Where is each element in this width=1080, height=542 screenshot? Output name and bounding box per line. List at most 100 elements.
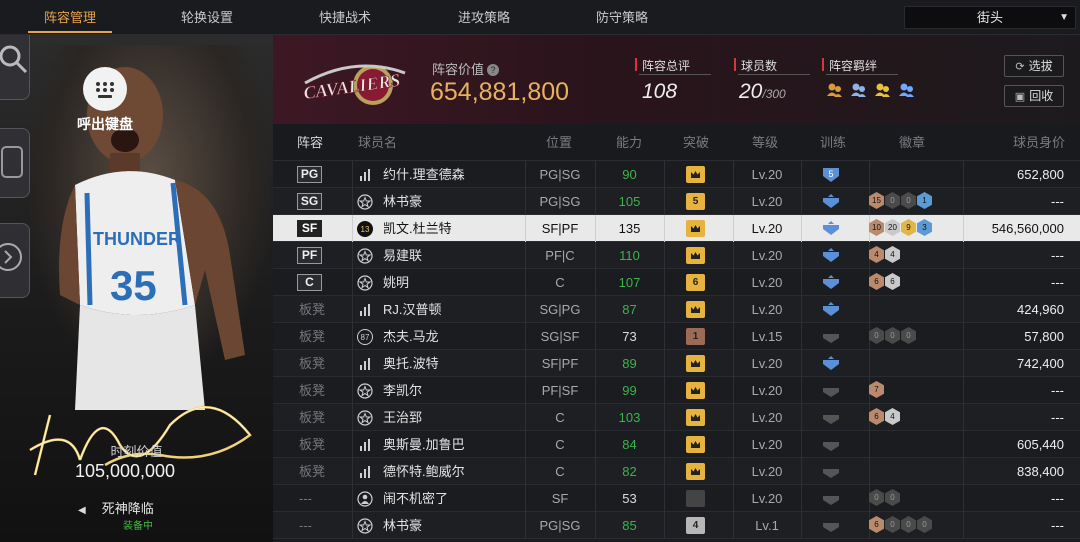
table-row[interactable]: SF 13 凯文.杜兰特 SF|PF 135 Lv.20 10 20 9 3 546,560,000: [273, 215, 1080, 242]
table-row[interactable]: 板凳 奥斯曼.加鲁巴 C 84 Lv.20 605,440: [273, 431, 1080, 458]
column-divider: [801, 242, 802, 269]
player-ability: 90: [622, 167, 637, 182]
col-breakthrough[interactable]: 突破: [683, 124, 709, 161]
mode-select-value: 街头: [976, 10, 1003, 25]
player-position: PF|SF: [541, 383, 579, 398]
player-name[interactable]: 李凯尔: [383, 377, 422, 404]
badge-hex: 10: [869, 219, 884, 236]
column-divider: [352, 242, 353, 269]
col-badges[interactable]: 徽章: [899, 124, 925, 161]
star-icon: [357, 194, 373, 210]
tab-rotation[interactable]: 轮换设置: [147, 0, 267, 35]
star-icon: [357, 410, 373, 426]
badge-hex: 6: [869, 273, 884, 290]
column-divider: [664, 377, 665, 404]
table-row[interactable]: 板凳 李凯尔 PF|SF 99 Lv.20 7 ---: [273, 377, 1080, 404]
column-divider: [801, 377, 802, 404]
player-name[interactable]: 林书豪: [383, 512, 422, 539]
side-search-button[interactable]: [0, 35, 30, 100]
badge-hex: 0: [869, 327, 884, 344]
tab-lineup[interactable]: 阵容管理: [10, 0, 130, 35]
tab-offense[interactable]: 进攻策略: [424, 0, 544, 35]
player-value: ---: [1051, 410, 1064, 425]
bond-icon[interactable]: [898, 81, 915, 98]
col-level[interactable]: 等级: [752, 124, 778, 161]
player-name[interactable]: RJ.汉普顿: [383, 296, 442, 323]
col-lineup[interactable]: 阵容: [297, 124, 323, 161]
skill-status: 装备中: [123, 521, 153, 532]
player-name[interactable]: 德怀特.鲍威尔: [383, 458, 465, 485]
player-name[interactable]: 易建联: [383, 242, 422, 269]
pick-button[interactable]: ⟳ 选拔: [1004, 55, 1064, 77]
table-row[interactable]: 板凳 RJ.汉普顿 SG|PG 87 Lv.20 424,960: [273, 296, 1080, 323]
help-icon[interactable]: ?: [487, 64, 500, 76]
signal-bars-icon: [360, 304, 370, 316]
breakthrough-badge: [686, 490, 705, 507]
recycle-button[interactable]: ▣ 回收: [1004, 85, 1064, 107]
player-position: PG|SG: [539, 194, 581, 209]
column-divider: [869, 161, 870, 188]
slot-label: 板凳: [299, 437, 326, 452]
player-name[interactable]: 奥托.波特: [383, 350, 439, 377]
badge-hex: 3: [917, 219, 932, 236]
table-row[interactable]: 板凳 奥托.波特 SF|PF 89 Lv.20 742,400: [273, 350, 1080, 377]
table-row[interactable]: PG 约什.理查德森 PG|SG 90 Lv.20 5 652,800: [273, 161, 1080, 188]
player-name[interactable]: 约什.理查德森: [383, 161, 465, 188]
table-row[interactable]: SG 林书豪 PG|SG 105 5 Lv.20 15 0 0 1 ---: [273, 188, 1080, 215]
keyboard-label: 呼出键盘: [77, 116, 133, 132]
player-card[interactable]: THUNDER 35 呼出键盘 时刻价值 105,000,000 ◀ 死神降临 装…: [0, 35, 273, 542]
col-player-value[interactable]: 球员身价: [1013, 124, 1065, 161]
col-player-name[interactable]: 球员名: [358, 124, 397, 161]
bond-icon[interactable]: [850, 81, 867, 98]
badge-hex: 15: [869, 192, 884, 209]
chevron-down-icon: ▼: [1059, 12, 1069, 23]
tab-quick-tactics[interactable]: 快捷战术: [285, 0, 405, 35]
table-row[interactable]: PF 易建联 PF|C 110 Lv.20 4 4 ---: [273, 242, 1080, 269]
badge-group: 6000: [869, 516, 933, 536]
player-name[interactable]: 林书豪: [383, 188, 422, 215]
caret-left-icon[interactable]: ◀: [78, 505, 86, 516]
player-level: Lv.20: [751, 248, 783, 263]
slot-badge: PF: [297, 247, 322, 264]
bond-icon[interactable]: [826, 81, 843, 98]
side-menu-button[interactable]: [0, 128, 30, 198]
breakthrough-crown-icon: [686, 247, 705, 264]
lineup-screen: { "tabs": ["阵容管理", "轮换设置", "快捷战术", "进攻策略…: [0, 0, 1080, 542]
badge-group: 64: [869, 408, 901, 428]
training-inactive-icon: [823, 523, 839, 532]
player-name[interactable]: 奥斯曼.加鲁巴: [383, 431, 465, 458]
star-icon: [357, 275, 373, 291]
player-value: 838,400: [1017, 464, 1064, 479]
player-name[interactable]: 凯文.杜兰特: [383, 215, 452, 242]
keyboard-button[interactable]: 呼出键盘: [62, 35, 148, 135]
bond-icon[interactable]: [874, 81, 891, 98]
column-divider: [352, 296, 353, 323]
player-name[interactable]: 杰夫.马龙: [383, 323, 439, 350]
col-ability[interactable]: 能力: [616, 124, 642, 161]
training-active-icon: [823, 221, 839, 235]
table-row[interactable]: 板凳 王治郅 C 103 Lv.20 6 4 ---: [273, 404, 1080, 431]
skill-selector[interactable]: ◀ 死神降临: [78, 498, 154, 517]
badge-hex: 0: [917, 516, 932, 533]
table-row[interactable]: C 姚明 C 107 6 Lv.20 6 6 ---: [273, 269, 1080, 296]
tab-defense[interactable]: 防守策略: [562, 0, 682, 35]
column-divider: [664, 458, 665, 485]
table-row[interactable]: --- 闹不机密了 SF 53 Lv.20 0 0 ---: [273, 485, 1080, 512]
player-level: Lv.20: [751, 194, 783, 209]
column-divider: [801, 296, 802, 323]
breakthrough-crown-icon: [686, 301, 705, 318]
table-row[interactable]: --- 林书豪 PG|SG 85 4 Lv.1 6 0 0 0 ---: [273, 512, 1080, 539]
player-name[interactable]: 王治郅: [383, 404, 422, 431]
player-name[interactable]: 姚明: [383, 269, 409, 296]
table-row[interactable]: 板凳 87 杰夫.马龙 SG|SF 73 1 Lv.15 0 0 0 57,800: [273, 323, 1080, 350]
player-value: ---: [1051, 383, 1064, 398]
column-divider: [664, 512, 665, 539]
top-tab-bar: 阵容管理 轮换设置 快捷战术 进攻策略 防守策略 街头 ▼: [0, 0, 1080, 35]
mode-select[interactable]: 街头 ▼: [904, 6, 1076, 29]
column-divider: [801, 485, 802, 512]
col-position[interactable]: 位置: [546, 124, 572, 161]
col-training[interactable]: 训练: [820, 124, 846, 161]
player-name[interactable]: 闹不机密了: [383, 485, 448, 512]
side-nav-button[interactable]: [0, 223, 30, 298]
table-row[interactable]: 板凳 德怀特.鲍威尔 C 82 Lv.20 838,400: [273, 458, 1080, 485]
